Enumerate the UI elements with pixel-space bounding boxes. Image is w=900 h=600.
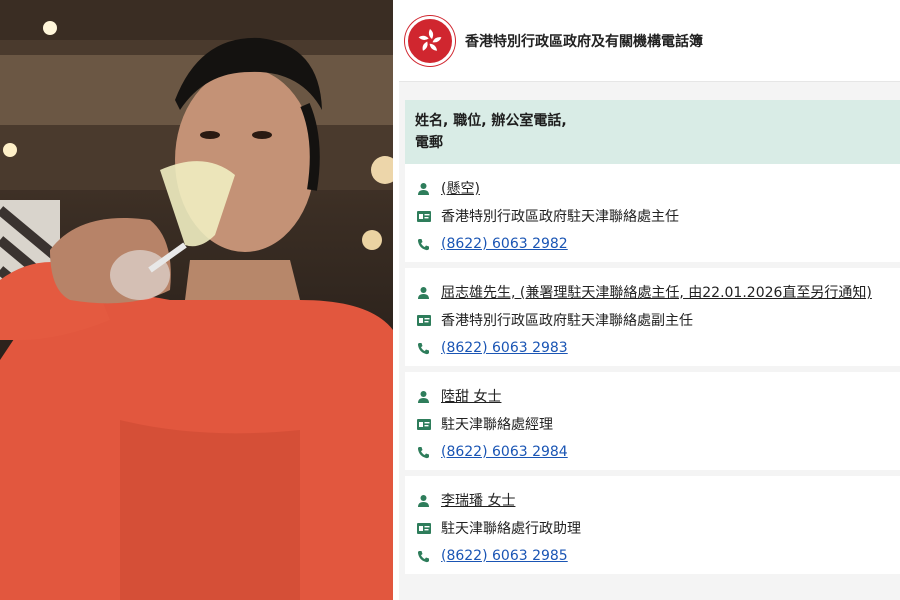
phone-icon: [417, 342, 441, 355]
entry-name-link[interactable]: 陸甜 女士: [441, 386, 501, 406]
table-header-line1: 姓名, 職位, 辦公室電話,: [415, 113, 567, 129]
entry-phone-link[interactable]: (8622) 6063 2984: [441, 444, 568, 460]
hk-emblem-icon[interactable]: [405, 15, 455, 66]
entry-position: 駐天津聯絡處行政助理: [441, 521, 581, 537]
site-title: 香港特別行政區政府及有關機構電話簿: [465, 33, 703, 50]
table-header-line2: 電郵: [415, 135, 443, 151]
list-item: 陸甜 女士 駐天津聯絡處經理 (8622) 6063 2984: [405, 372, 900, 476]
entry-phone-link[interactable]: (8622) 6063 2982: [441, 236, 568, 252]
photo-man-drinking: [0, 0, 393, 600]
entry-name-link[interactable]: (懸空): [441, 178, 480, 198]
directory-panel: 香港特別行政區政府及有關機構電話簿 姓名, 職位, 辦公室電話, 電郵 (懸空)…: [399, 0, 900, 600]
site-header: 香港特別行政區政府及有關機構電話簿: [399, 0, 900, 82]
person-icon: [417, 286, 441, 299]
entry-phone-link[interactable]: (8622) 6063 2983: [441, 340, 568, 356]
person-icon: [417, 494, 441, 507]
phone-icon: [417, 238, 441, 251]
person-icon: [417, 390, 441, 403]
entry-name-link[interactable]: 李瑞璠 女士: [441, 490, 515, 510]
id-card-icon: [417, 522, 441, 534]
entry-position: 香港特別行政區政府駐天津聯絡處主任: [441, 209, 679, 225]
table-header: 姓名, 職位, 辦公室電話, 電郵: [405, 100, 900, 164]
entry-position: 香港特別行政區政府駐天津聯絡處副主任: [441, 313, 693, 329]
id-card-icon: [417, 210, 441, 222]
id-card-icon: [417, 314, 441, 326]
id-card-icon: [417, 418, 441, 430]
phone-icon: [417, 446, 441, 459]
list-item: 李瑞璠 女士 駐天津聯絡處行政助理 (8622) 6063 2985: [405, 476, 900, 580]
entry-name-link[interactable]: 屈志雄先生, (兼署理駐天津聯絡處主任, 由22.01.2026直至另行通知): [441, 282, 872, 302]
entry-phone-link[interactable]: (8622) 6063 2985: [441, 548, 568, 564]
list-item: 屈志雄先生, (兼署理駐天津聯絡處主任, 由22.01.2026直至另行通知) …: [405, 268, 900, 372]
list-item: (懸空) 香港特別行政區政府駐天津聯絡處主任 (8622) 6063 2982: [405, 164, 900, 268]
entry-position: 駐天津聯絡處經理: [441, 417, 553, 433]
entry-list: (懸空) 香港特別行政區政府駐天津聯絡處主任 (8622) 6063 2982: [405, 164, 900, 580]
person-icon: [417, 182, 441, 195]
phone-icon: [417, 550, 441, 563]
